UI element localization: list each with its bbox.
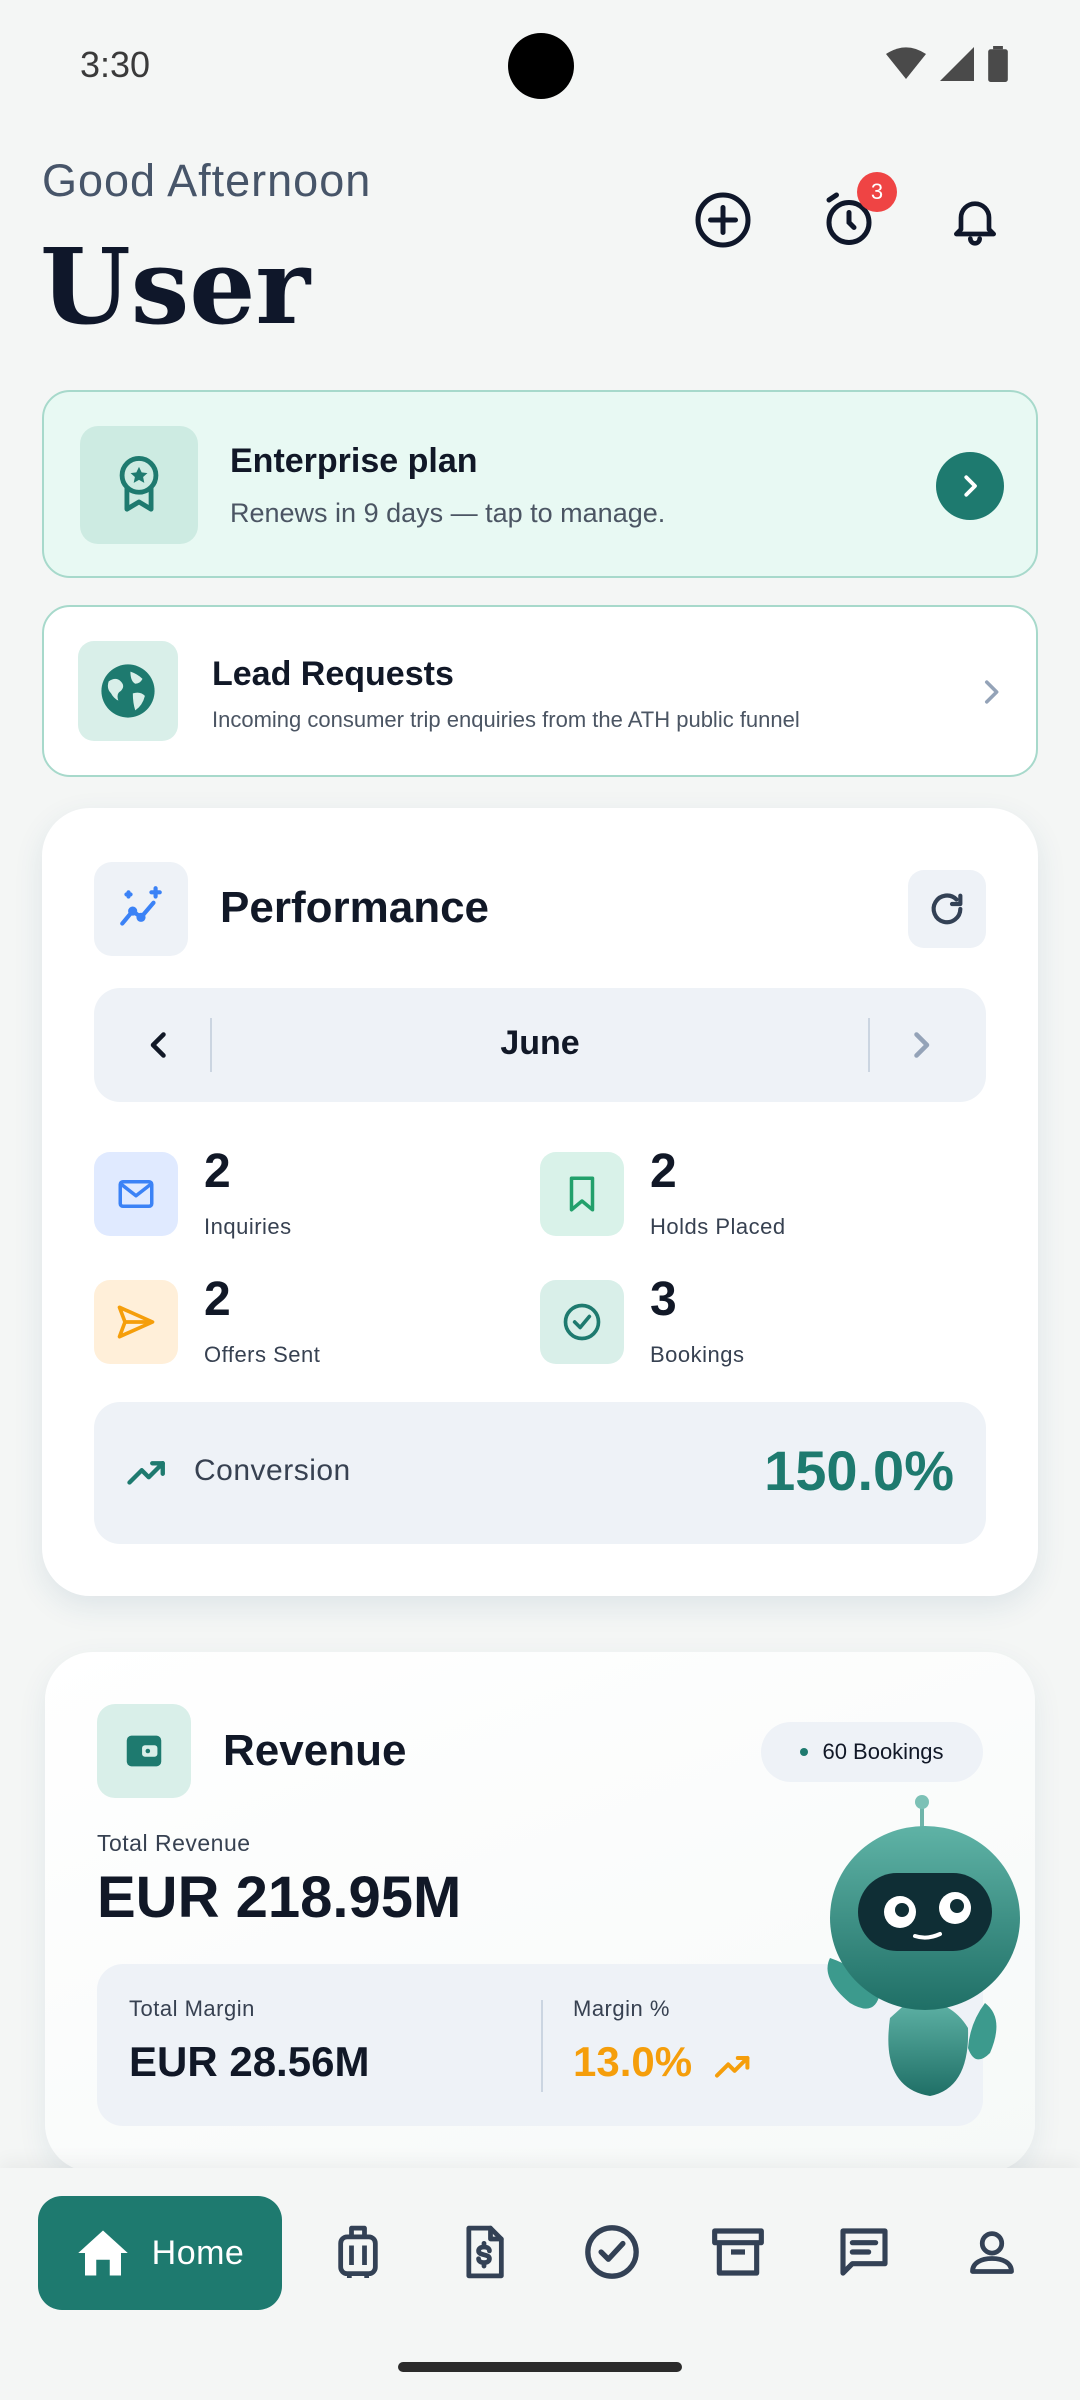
robot-mascot-icon bbox=[827, 1795, 1020, 2096]
status-dot bbox=[800, 1748, 809, 1756]
next-month-button[interactable] bbox=[886, 1010, 956, 1080]
alarm-button[interactable]: 3 bbox=[809, 172, 897, 260]
metric-bookings: 3 Bookings bbox=[540, 1273, 960, 1370]
metric-label: Bookings bbox=[650, 1342, 745, 1367]
luggage-icon bbox=[338, 2225, 378, 2278]
robot-assistant-button[interactable] bbox=[820, 1788, 1030, 2108]
plus-circle-icon bbox=[695, 192, 751, 248]
nav-home-label: Home bbox=[151, 2233, 245, 2272]
bookmark-icon bbox=[540, 1152, 624, 1236]
sparkle-chart-icon bbox=[94, 862, 188, 956]
trending-up-icon bbox=[127, 1461, 165, 1485]
mail-icon bbox=[94, 1152, 178, 1236]
camera-cutout bbox=[508, 33, 574, 99]
nav-trips[interactable] bbox=[316, 2210, 400, 2294]
archive-icon bbox=[712, 2228, 764, 2276]
award-icon bbox=[80, 426, 198, 544]
add-button[interactable] bbox=[683, 180, 763, 260]
nav-home[interactable]: Home bbox=[38, 2196, 282, 2310]
person-icon bbox=[970, 2231, 1014, 2274]
total-revenue-label: Total Revenue bbox=[97, 1830, 251, 1856]
nav-archive[interactable] bbox=[696, 2210, 780, 2294]
check-circle-icon bbox=[540, 1280, 624, 1364]
total-margin-value: EUR 28.56M bbox=[129, 2038, 370, 2085]
send-icon bbox=[94, 1280, 178, 1364]
nav-messages[interactable] bbox=[822, 2210, 906, 2294]
metric-offers-sent: 2 Offers Sent bbox=[94, 1273, 514, 1370]
metric-label: Inquiries bbox=[204, 1214, 292, 1239]
conversion-label: Conversion bbox=[194, 1454, 351, 1487]
month-selector: June bbox=[94, 988, 986, 1102]
plan-subtitle: Renews in 9 days — tap to manage. bbox=[230, 498, 666, 528]
wifi-icon bbox=[886, 47, 926, 79]
bookings-count: 60 Bookings bbox=[822, 1739, 944, 1764]
invoice-icon bbox=[466, 2225, 504, 2279]
home-icon bbox=[77, 2230, 128, 2276]
metric-value: 2 bbox=[204, 1145, 231, 1198]
chat-icon bbox=[840, 2228, 888, 2276]
home-indicator[interactable] bbox=[398, 2362, 682, 2372]
status-icons bbox=[886, 46, 1008, 82]
trending-up-icon bbox=[715, 2056, 750, 2078]
divider bbox=[541, 2000, 543, 2092]
lead-subtitle: Incoming consumer trip enquiries from th… bbox=[212, 707, 800, 732]
lead-title: Lead Requests bbox=[212, 655, 454, 693]
conversion-value: 150.0% bbox=[764, 1439, 954, 1502]
battery-icon bbox=[988, 46, 1008, 82]
bookings-pill: 60 Bookings bbox=[761, 1722, 983, 1782]
revenue-title: Revenue bbox=[223, 1726, 407, 1775]
enterprise-plan-card[interactable]: Enterprise plan Renews in 9 days — tap t… bbox=[42, 390, 1038, 578]
metric-inquiries: 2 Inquiries bbox=[94, 1145, 514, 1242]
margin-percent-label: Margin % bbox=[573, 1996, 670, 2021]
total-revenue-value: EUR 218.95M bbox=[97, 1865, 462, 1930]
chevron-right-icon bbox=[964, 475, 977, 497]
header-actions: 3 bbox=[0, 172, 1080, 260]
signal-icon bbox=[940, 47, 974, 81]
divider bbox=[868, 1018, 870, 1072]
check-circle-icon bbox=[585, 2225, 639, 2279]
margin-percent-value: 13.0% bbox=[573, 2038, 693, 2085]
status-bar: 3:30 bbox=[0, 0, 1080, 130]
wallet-icon bbox=[97, 1704, 191, 1798]
month-label: June bbox=[500, 1024, 580, 1062]
plan-manage-button[interactable] bbox=[936, 452, 1004, 520]
metric-label: Holds Placed bbox=[650, 1214, 786, 1239]
bell-icon bbox=[954, 201, 996, 246]
nav-profile[interactable] bbox=[950, 2210, 1034, 2294]
refresh-icon bbox=[931, 893, 963, 925]
metric-value: 2 bbox=[204, 1273, 231, 1326]
metric-holds-placed: 2 Holds Placed bbox=[540, 1145, 960, 1242]
chevron-right-icon bbox=[914, 1032, 930, 1058]
nav-invoices[interactable] bbox=[442, 2210, 526, 2294]
metric-value: 2 bbox=[650, 1145, 677, 1198]
total-margin-label: Total Margin bbox=[129, 1996, 255, 2021]
metric-label: Offers Sent bbox=[204, 1342, 321, 1367]
plan-title: Enterprise plan bbox=[230, 442, 478, 480]
notification-badge: 3 bbox=[857, 172, 897, 212]
conversion-panel: Conversion 150.0% bbox=[94, 1402, 986, 1544]
status-time: 3:30 bbox=[80, 44, 151, 85]
notifications-button[interactable] bbox=[935, 180, 1015, 260]
lead-requests-card[interactable]: Lead Requests Incoming consumer trip enq… bbox=[42, 605, 1038, 777]
nav-tasks[interactable] bbox=[570, 2210, 654, 2294]
refresh-button[interactable] bbox=[908, 870, 986, 948]
performance-card: Performance June 2 Inquiries 2 Holds Pla… bbox=[42, 808, 1038, 1596]
chevron-right-icon bbox=[984, 680, 999, 704]
metric-value: 3 bbox=[650, 1273, 677, 1326]
performance-title: Performance bbox=[220, 883, 490, 932]
globe-icon bbox=[78, 641, 178, 741]
